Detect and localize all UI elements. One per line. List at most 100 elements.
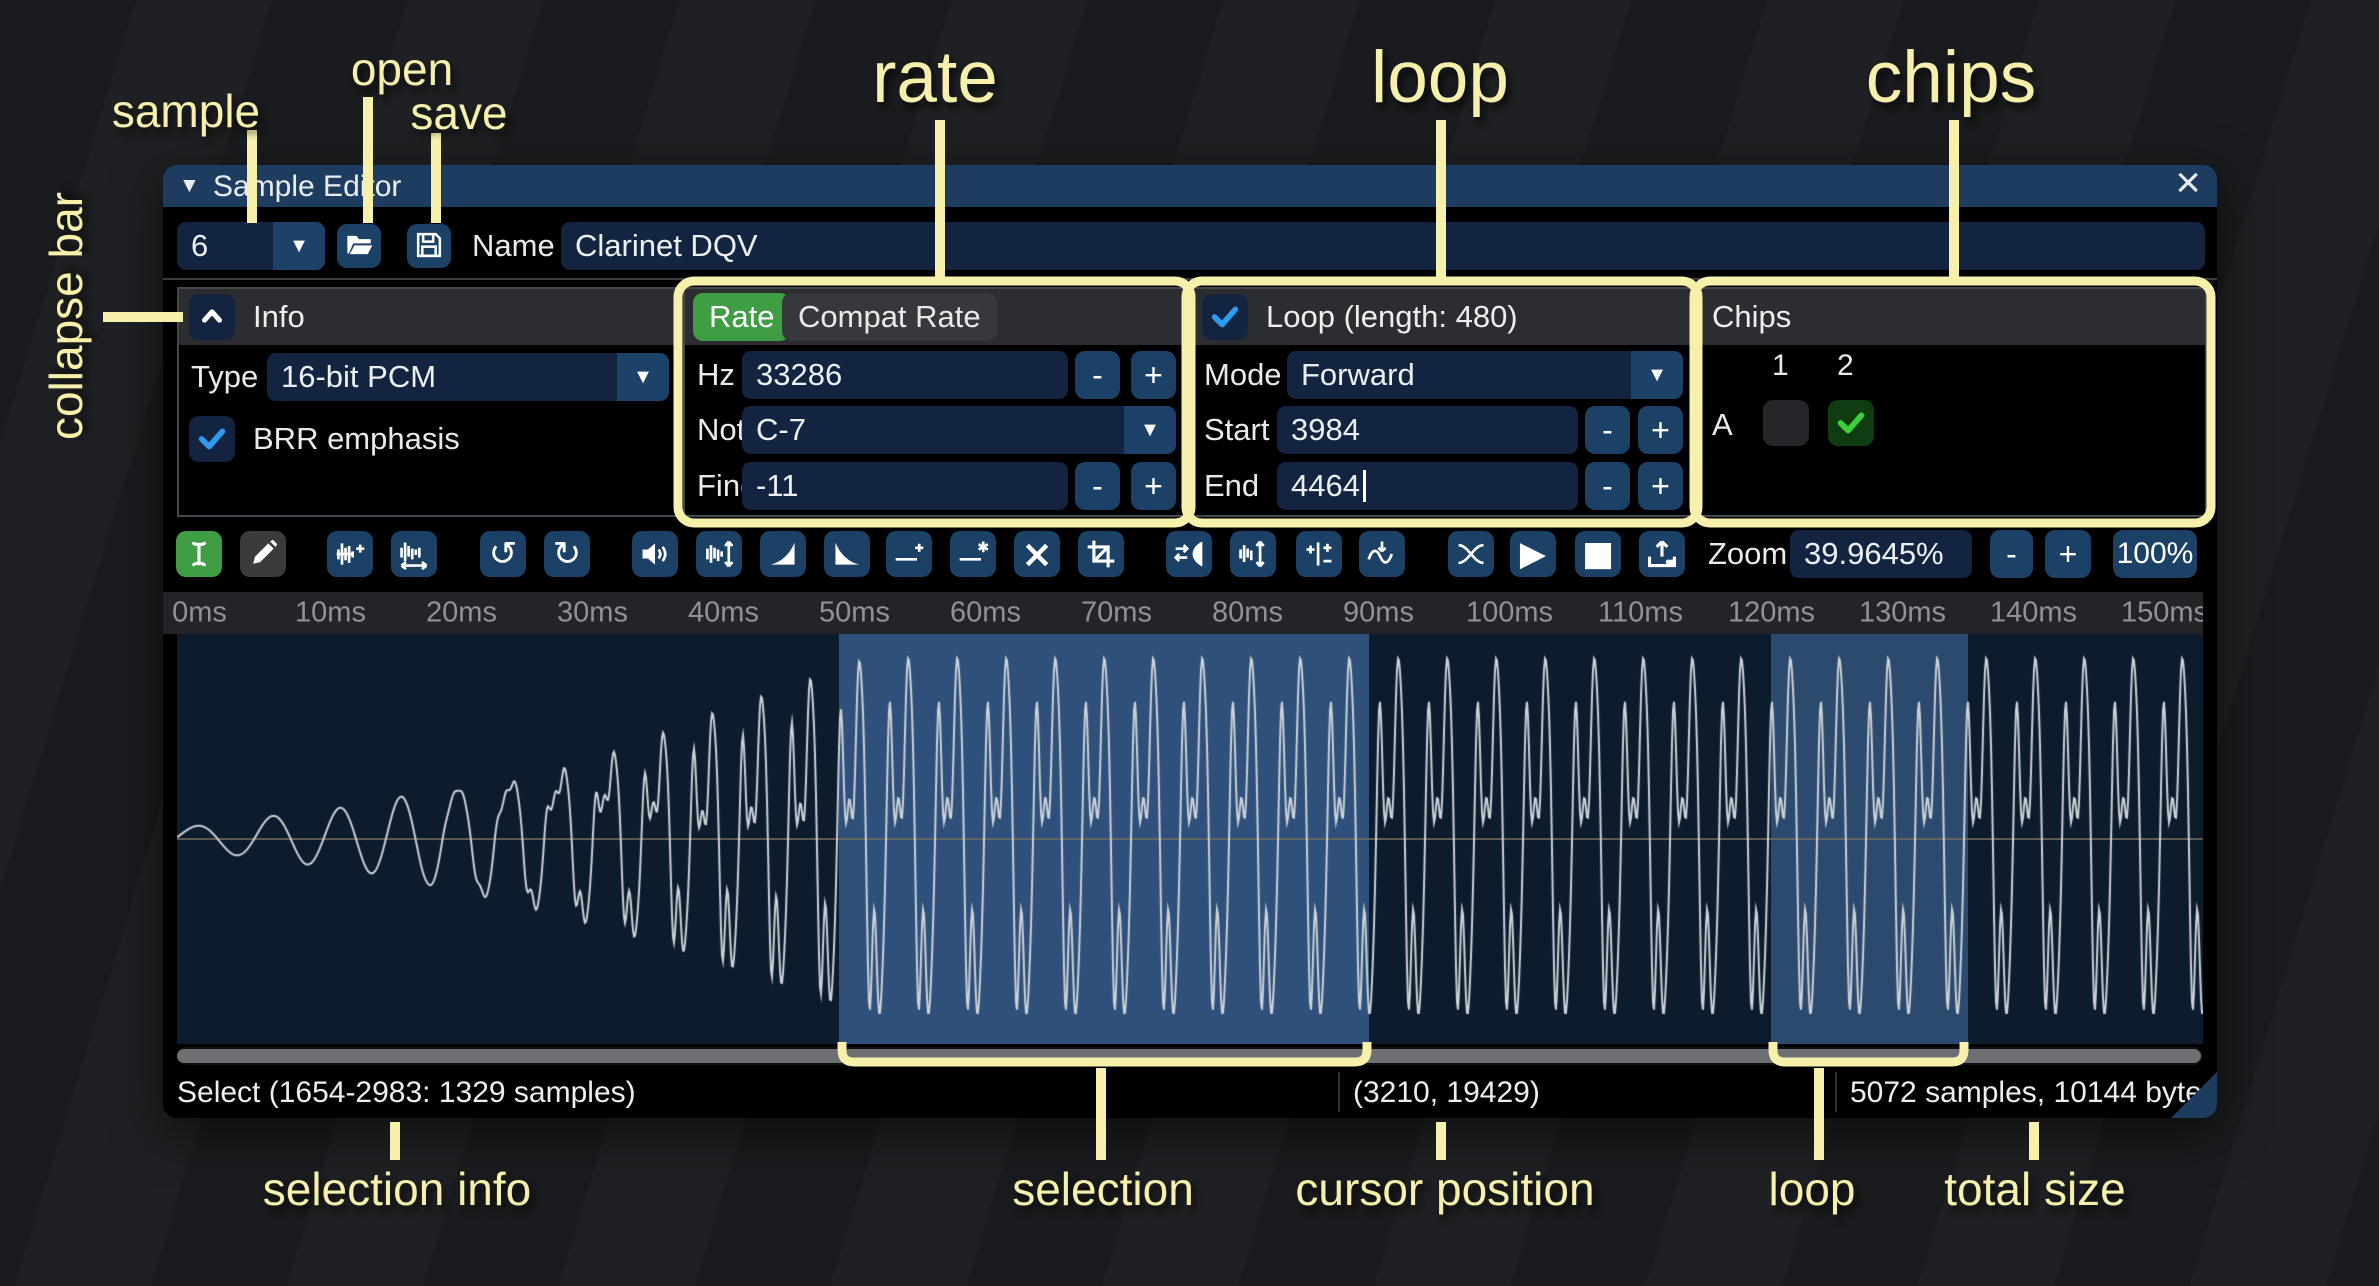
loop-end-minus-button[interactable]: -: [1585, 462, 1630, 510]
waveform-canvas[interactable]: [177, 634, 2203, 1044]
trim-button[interactable]: [1078, 531, 1124, 577]
loop-start-plus-button[interactable]: +: [1638, 406, 1683, 454]
ruler-label: 30ms: [557, 597, 628, 630]
signedness-button[interactable]: [1296, 531, 1342, 577]
resize-button[interactable]: [327, 531, 373, 577]
ruler-label: 100ms: [1466, 597, 1553, 630]
hz-minus-button[interactable]: -: [1075, 351, 1120, 399]
edit-mode-select-button[interactable]: [176, 531, 222, 577]
chips-row-label: A: [1712, 401, 1733, 449]
line-asterisk-icon: [957, 538, 989, 570]
annotation-collapse-bar: collapse bar: [39, 192, 93, 440]
chips-panel-header: Chips: [1700, 289, 2205, 345]
loop-panel: Loop (length: 480) Mode Forward ▼ Start …: [1190, 287, 1695, 517]
info-panel: Info Type 16-bit PCM ▼ BRR emphasis: [177, 287, 681, 517]
loop-end-label: End: [1204, 462, 1259, 510]
ibeam-cursor-icon: [183, 538, 215, 570]
hz-input[interactable]: 33286: [742, 351, 1068, 399]
undo-icon: ↺: [489, 537, 518, 571]
insert-silence-button[interactable]: [886, 531, 932, 577]
speaker-icon: [639, 538, 671, 570]
titlebar[interactable]: ▼ Sample Editor ×: [163, 165, 2217, 207]
loop-mode-value: Forward: [1287, 351, 1631, 399]
invert-button[interactable]: [1230, 531, 1276, 577]
loop-end-value: 4464: [1291, 468, 1360, 503]
close-icon[interactable]: ×: [2175, 165, 2201, 205]
text-caret: [1363, 470, 1366, 502]
fade-out-button[interactable]: [824, 531, 870, 577]
annotation-sample: sample: [112, 84, 260, 138]
delete-button[interactable]: ×: [1014, 531, 1060, 577]
zoom-reset-button[interactable]: 100%: [2113, 530, 2197, 578]
annotation-loop-region: loop: [1769, 1162, 1856, 1216]
annotation-loop: loop: [1371, 36, 1509, 119]
type-label: Type: [191, 353, 258, 401]
normalize-button[interactable]: [696, 531, 742, 577]
loop-end-input[interactable]: 4464: [1277, 462, 1578, 510]
fine-minus-button[interactable]: -: [1075, 462, 1120, 510]
hz-plus-button[interactable]: +: [1131, 351, 1176, 399]
note-dropdown[interactable]: C-7 ▼: [742, 406, 1176, 454]
sample-name-input[interactable]: Clarinet DQV: [561, 222, 2205, 270]
separator: [163, 278, 2217, 280]
fade-in-button[interactable]: [760, 531, 806, 577]
crossfade-button[interactable]: [1448, 531, 1494, 577]
stop-button[interactable]: ■: [1575, 531, 1621, 577]
open-sample-button[interactable]: [337, 224, 381, 268]
edit-mode-draw-button[interactable]: [240, 531, 286, 577]
sample-type-dropdown[interactable]: 16-bit PCM ▼: [267, 353, 669, 401]
selection-info-text: Select (1654-2983: 1329 samples): [177, 1076, 636, 1110]
reverse-button[interactable]: [1166, 531, 1212, 577]
preview-button[interactable]: ▶: [1510, 531, 1556, 577]
brr-emphasis-checkbox[interactable]: [189, 416, 235, 462]
filter-button[interactable]: [1359, 531, 1405, 577]
loop-enable-checkbox[interactable]: [1202, 294, 1248, 340]
window-collapse-icon[interactable]: ▼: [179, 174, 200, 198]
tab-compat-rate[interactable]: Compat Rate: [782, 293, 997, 341]
amplify-button[interactable]: [632, 531, 678, 577]
folder-open-icon: [344, 230, 374, 263]
fade-in-icon: [767, 538, 799, 570]
redo-button[interactable]: ↻: [544, 531, 590, 577]
zoom-in-button[interactable]: +: [2045, 530, 2091, 578]
loop-end-plus-button[interactable]: +: [1638, 462, 1683, 510]
sample-name-value: Clarinet DQV: [575, 228, 758, 263]
pencil-icon: [247, 538, 279, 570]
window-title: Sample Editor: [213, 170, 401, 204]
chips-panel: Chips 1 2 A: [1698, 287, 2207, 517]
ruler-label: 120ms: [1728, 597, 1815, 630]
save-sample-button[interactable]: [407, 224, 451, 268]
crossfade-icon: [1455, 538, 1487, 570]
waveform-scrollbar[interactable]: [177, 1047, 2203, 1065]
chip-1-checkbox[interactable]: [1763, 400, 1809, 446]
loop-start-value: 3984: [1291, 412, 1360, 447]
dropdown-arrow-icon: ▼: [1124, 406, 1176, 454]
sample-index-dropdown[interactable]: 6 ▼: [177, 222, 325, 270]
zoom-out-button[interactable]: -: [1990, 530, 2033, 578]
signedness-icon: [1303, 538, 1335, 570]
chip-2-checkbox[interactable]: [1828, 400, 1874, 446]
apply-silence-button[interactable]: [950, 531, 996, 577]
waveform-stretch-icon: [398, 538, 430, 570]
import-button[interactable]: [1639, 531, 1685, 577]
rate-panel-header: Rate Compat Rate: [685, 289, 1186, 345]
timeline-ruler[interactable]: 0ms10ms20ms30ms40ms50ms60ms70ms80ms90ms1…: [163, 592, 2203, 634]
resize-grip[interactable]: [2171, 1072, 2217, 1118]
fine-plus-button[interactable]: +: [1131, 462, 1176, 510]
scrollbar-thumb[interactable]: [177, 1049, 2201, 1063]
resample-button[interactable]: [391, 531, 437, 577]
fine-input[interactable]: -11: [742, 462, 1068, 510]
undo-button[interactable]: ↺: [480, 531, 526, 577]
waveform-arrows-icon: [703, 538, 735, 570]
zoom-input[interactable]: 39.9645%: [1790, 530, 1972, 578]
loop-mode-dropdown[interactable]: Forward ▼: [1287, 351, 1683, 399]
dropdown-arrow-icon: ▼: [273, 222, 325, 270]
waveform-area: [177, 634, 2203, 1044]
loop-start-input[interactable]: 3984: [1277, 406, 1578, 454]
ruler-label: 60ms: [950, 597, 1021, 630]
floppy-disk-icon: [414, 230, 444, 263]
ruler-label: 90ms: [1343, 597, 1414, 630]
loop-start-minus-button[interactable]: -: [1585, 406, 1630, 454]
tab-rate[interactable]: Rate: [693, 293, 790, 341]
collapse-bar-button[interactable]: [189, 294, 235, 340]
